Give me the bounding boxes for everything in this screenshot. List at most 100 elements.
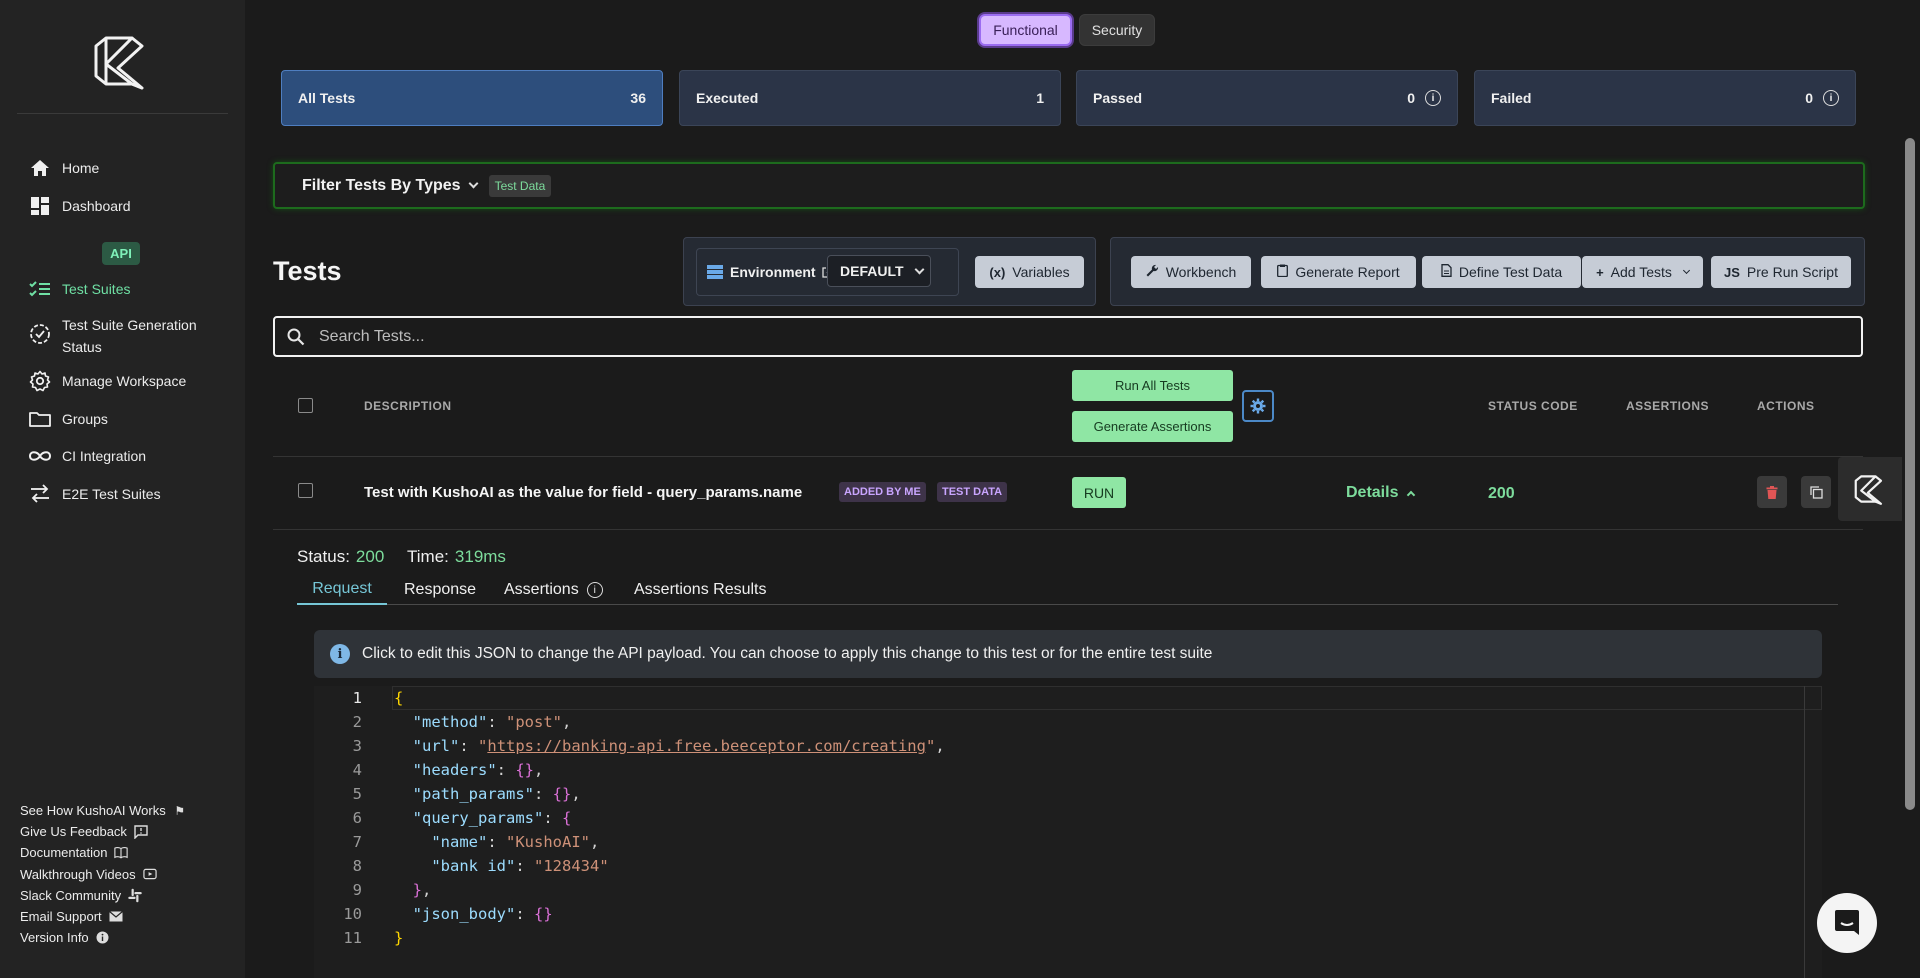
badge-added-by-me: ADDED BY ME [839,482,926,502]
editor-vertical-ruler [1804,686,1805,978]
sidebar-item-test-suites[interactable]: Test Suites [28,277,130,301]
details-toggle[interactable]: Details [1346,484,1416,502]
stat-card-failed[interactable]: Failed 0 i [1474,70,1856,126]
footer-link-documentation[interactable]: Documentation [20,842,187,863]
run-test-button[interactable]: RUN [1072,477,1126,508]
environment-selected: DEFAULT [840,263,904,279]
kusho-assistant-button[interactable] [1838,457,1902,521]
tab-response[interactable]: Response [404,575,476,605]
footer-link-walkthrough-videos[interactable]: Walkthrough Videos [20,864,187,885]
sidebar-item-label: E2E Test Suites [62,486,161,502]
filter-bar: Filter Tests By Types Test Data [273,162,1865,209]
slack-icon [128,888,142,903]
feedback-icon [134,825,148,839]
trash-icon [1766,485,1778,499]
line-number: 10 [343,905,362,923]
copy-icon [1809,485,1823,499]
stat-label: Executed [696,90,759,106]
pre-run-script-label: Pre Run Script [1746,264,1838,280]
add-tests-label: Add Tests [1610,264,1672,280]
sidebar-item-dashboard[interactable]: Dashboard [28,194,131,218]
tests-heading: Tests [273,256,342,286]
sidebar-item-e2e-test-suites[interactable]: E2E Test Suites [28,482,161,506]
chevron-down-icon [468,178,479,189]
tab-assertions-results[interactable]: Assertions Results [634,575,767,605]
chat-icon [1835,910,1859,935]
stat-value: 36 [630,90,646,106]
row-checkbox[interactable] [298,483,313,498]
actions-toolbar: Workbench Generate Report Define Test Da… [1110,237,1865,306]
info-banner-text: Click to edit this JSON to change the AP… [362,645,1213,662]
footer-link-label: Version Info [20,930,89,946]
test-row-title[interactable]: Test with KushoAI as the value for field… [364,484,802,501]
sidebar-item-manage-workspace[interactable]: Manage Workspace [28,369,186,393]
chevron-down-icon [914,264,924,274]
api-section-badge: API [102,242,140,265]
environment-select[interactable]: DEFAULT [827,255,931,287]
search-placeholder: Search Tests... [319,327,425,345]
document-icon [1441,264,1452,280]
column-header-actions: ACTIONS [1757,399,1815,413]
tab-label: Assertions [504,581,579,598]
filter-tag-test-data[interactable]: Test Data [488,174,552,197]
run-all-tests-button[interactable]: Run All Tests [1072,370,1233,401]
stat-card-all-tests[interactable]: All Tests 36 [281,70,663,126]
book-icon [114,846,129,860]
generate-assertions-button[interactable]: Generate Assertions [1072,411,1233,442]
chat-launcher-button[interactable] [1817,893,1877,953]
filter-dropdown[interactable]: Filter Tests By Types [302,177,479,195]
js-icon: JS [1724,264,1740,280]
variables-button[interactable]: (x) Variables [975,256,1084,288]
info-icon: i [330,644,350,664]
copy-button[interactable] [1801,476,1831,508]
sidebar-item-home[interactable]: Home [28,156,99,180]
sidebar-item-ci-integration[interactable]: CI Integration [28,444,146,468]
tab-request[interactable]: Request [297,575,387,605]
sidebar-item-generation-status[interactable]: Test Suite Generation Status [28,314,202,358]
e2e-icon [28,482,52,506]
footer-link-feedback[interactable]: Give Us Feedback [20,821,187,842]
stat-card-passed[interactable]: Passed 0 i [1076,70,1458,126]
sidebar-item-groups[interactable]: Groups [28,407,108,431]
generate-report-button[interactable]: Generate Report [1261,256,1416,288]
line-number: 3 [352,737,362,755]
request-json-editor[interactable]: 1{ 2 "method": "post", 3 "url": "https:/… [314,686,1822,978]
pre-run-script-button[interactable]: JS Pre Run Script [1711,256,1851,288]
clipboard-icon [1277,264,1289,280]
stat-card-executed[interactable]: Executed 1 [679,70,1061,126]
footer-link-version-info[interactable]: Version Info [20,927,187,948]
json-method-value: post [515,713,553,731]
search-input[interactable]: Search Tests... [273,316,1863,357]
footer-link-how-it-works[interactable]: See How KushoAI Works ⚑ [20,800,187,821]
kusho-logo[interactable] [92,30,152,92]
chevron-up-icon [1407,490,1416,500]
gear-icon [1250,398,1266,414]
stat-value: 0 [1407,90,1415,106]
settings-button[interactable] [1242,390,1274,422]
info-icon[interactable]: i [1425,90,1441,106]
select-all-checkbox[interactable] [298,398,313,413]
time-value: 319ms [454,547,506,566]
sidebar-item-label: Test Suites [62,281,131,297]
json-query-name-value: KushoAI [515,833,581,851]
delete-button[interactable] [1757,476,1787,508]
sidebar-item-label: Dashboard [62,198,131,214]
kusho-logo-icon [1854,475,1883,505]
environment-label: Environment [730,264,816,280]
footer-link-slack-community[interactable]: Slack Community [20,885,187,906]
define-test-data-button[interactable]: Define Test Data [1422,256,1581,288]
footer-link-label: Email Support [20,909,102,925]
footer-link-email-support[interactable]: Email Support [20,906,187,927]
tab-assertions[interactable]: Assertions i [504,575,603,605]
json-url-value[interactable]: https://banking-api.free.beeceptor.com/c… [487,737,926,755]
info-icon[interactable]: i [1823,90,1839,106]
tab-functional[interactable]: Functional [979,14,1072,46]
workbench-button[interactable]: Workbench [1131,256,1251,288]
add-tests-button[interactable]: + Add Tests [1582,256,1703,288]
environment-selector: Environment DEFAULT [696,248,959,296]
plus-icon: + [1596,264,1604,280]
environment-label-wrap: Environment [707,264,833,280]
page-scrollbar-thumb[interactable] [1905,138,1915,810]
tab-security[interactable]: Security [1079,14,1155,46]
sidebar-divider [17,113,228,114]
